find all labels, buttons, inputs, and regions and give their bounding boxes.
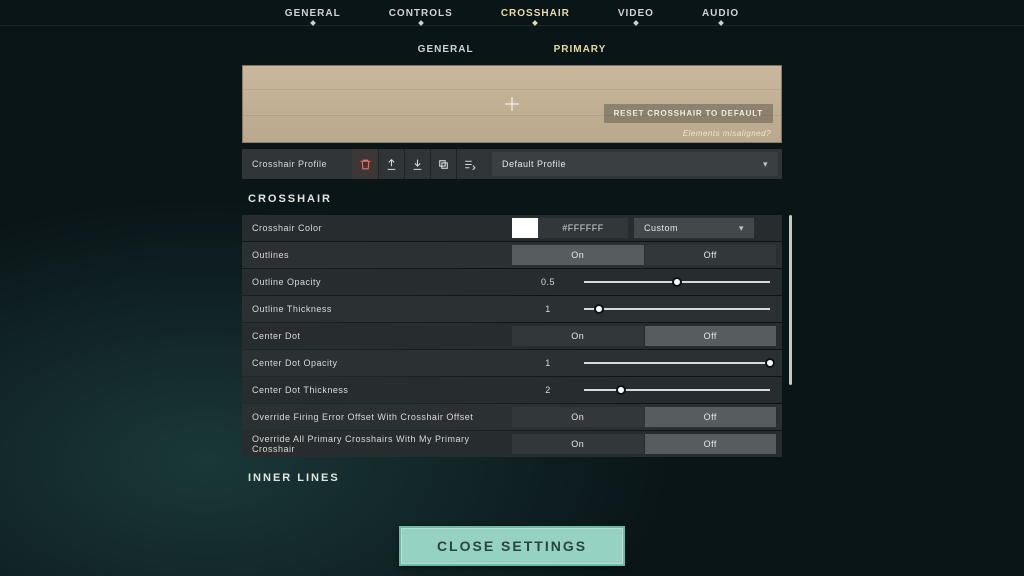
profile-icon-group — [352, 149, 482, 179]
row-center-dot-opacity: Center Dot Opacity 1 — [242, 350, 782, 376]
toggle-off[interactable]: Off — [645, 434, 777, 454]
download-icon[interactable] — [404, 149, 430, 179]
topnav-item-audio[interactable]: AUDIO — [702, 8, 739, 19]
color-swatch[interactable] — [512, 218, 538, 238]
topnav-item-general[interactable]: GENERAL — [285, 8, 341, 19]
section-header-inner-lines: INNER LINES — [242, 458, 782, 494]
chevron-down-icon: ▾ — [739, 223, 744, 234]
toggle-off[interactable]: Off — [645, 326, 777, 346]
topnav-item-controls[interactable]: CONTROLS — [389, 8, 453, 19]
row-label: Outline Opacity — [252, 277, 512, 287]
color-preset-select[interactable]: Custom ▾ — [634, 218, 754, 238]
profile-select[interactable]: Default Profile ▾ — [492, 152, 778, 176]
row-label: Crosshair Color — [252, 223, 512, 233]
chevron-down-icon: ▾ — [763, 159, 768, 170]
override-firing-toggle: On Off — [512, 407, 776, 427]
center-dot-toggle: On Off — [512, 326, 776, 346]
toggle-on[interactable]: On — [512, 245, 644, 265]
row-label: Outlines — [252, 250, 512, 260]
close-wrap: CLOSE SETTINGS — [0, 526, 1024, 566]
row-outline-thickness: Outline Thickness 1 — [242, 296, 782, 322]
toggle-off[interactable]: Off — [645, 245, 777, 265]
close-settings-button[interactable]: CLOSE SETTINGS — [399, 526, 625, 566]
row-center-dot-thickness: Center Dot Thickness 2 — [242, 377, 782, 403]
row-override-all: Override All Primary Crosshairs With My … — [242, 431, 782, 457]
settings-top-nav: GENERAL CONTROLS CROSSHAIR VIDEO AUDIO — [0, 0, 1024, 26]
subnav-item-primary[interactable]: PRIMARY — [554, 44, 607, 55]
profile-selected-value: Default Profile — [502, 159, 566, 169]
edit-list-icon[interactable] — [456, 149, 482, 179]
row-center-dot: Center Dot On Off — [242, 323, 782, 349]
toggle-on[interactable]: On — [512, 326, 644, 346]
scrollbar[interactable] — [789, 215, 792, 385]
row-label: Outline Thickness — [252, 304, 512, 314]
row-outlines: Outlines On Off — [242, 242, 782, 268]
row-label: Center Dot Thickness — [252, 385, 512, 395]
row-label: Center Dot — [252, 331, 512, 341]
crosshair-preview: RESET CROSSHAIR TO DEFAULT Elements misa… — [242, 65, 782, 143]
crosshair-icon — [505, 97, 519, 111]
settings-sub-nav: GENERAL PRIMARY — [0, 26, 1024, 65]
outlines-toggle: On Off — [512, 245, 776, 265]
override-all-toggle: On Off — [512, 434, 776, 454]
outline-opacity-slider[interactable] — [584, 272, 770, 292]
section-header-crosshair: CROSSHAIR — [242, 179, 782, 215]
elements-misaligned-link[interactable]: Elements misaligned? — [683, 129, 771, 138]
center-dot-thickness-slider[interactable] — [584, 380, 770, 400]
subnav-item-general[interactable]: GENERAL — [418, 44, 474, 55]
toggle-off[interactable]: Off — [645, 407, 777, 427]
row-label: Center Dot Opacity — [252, 358, 512, 368]
slider-value[interactable]: 1 — [512, 304, 584, 314]
row-outline-opacity: Outline Opacity 0.5 — [242, 269, 782, 295]
color-hex-input[interactable]: #FFFFFF — [538, 218, 628, 238]
row-label: Override Firing Error Offset With Crossh… — [252, 412, 512, 422]
crosshair-profile-row: Crosshair Profile Default Profile ▾ — [242, 149, 782, 179]
copy-icon[interactable] — [430, 149, 456, 179]
row-override-firing: Override Firing Error Offset With Crossh… — [242, 404, 782, 430]
topnav-item-video[interactable]: VIDEO — [618, 8, 654, 19]
settings-panel: RESET CROSSHAIR TO DEFAULT Elements misa… — [242, 65, 782, 494]
slider-value[interactable]: 1 — [512, 358, 584, 368]
settings-rows: Crosshair Color #FFFFFF Custom ▾ Outline… — [242, 215, 782, 457]
upload-icon[interactable] — [378, 149, 404, 179]
outline-thickness-slider[interactable] — [584, 299, 770, 319]
center-dot-opacity-slider[interactable] — [584, 353, 770, 373]
trash-icon[interactable] — [352, 149, 378, 179]
profile-label: Crosshair Profile — [242, 159, 352, 169]
row-label: Override All Primary Crosshairs With My … — [252, 434, 512, 454]
topnav-item-crosshair[interactable]: CROSSHAIR — [501, 8, 570, 19]
toggle-on[interactable]: On — [512, 434, 644, 454]
row-crosshair-color: Crosshair Color #FFFFFF Custom ▾ — [242, 215, 782, 241]
toggle-on[interactable]: On — [512, 407, 644, 427]
reset-crosshair-button[interactable]: RESET CROSSHAIR TO DEFAULT — [604, 104, 773, 123]
slider-value[interactable]: 2 — [512, 385, 584, 395]
slider-value[interactable]: 0.5 — [512, 277, 584, 287]
color-preset-value: Custom — [644, 223, 678, 233]
